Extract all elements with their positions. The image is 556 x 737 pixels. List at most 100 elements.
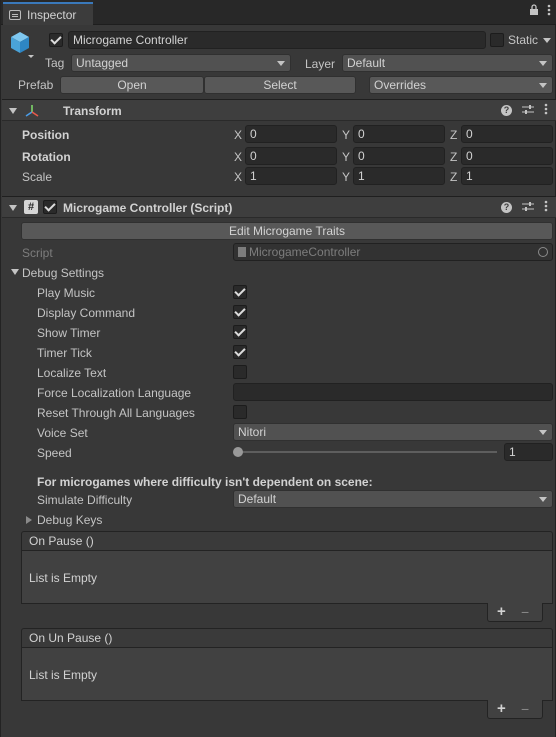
prefab-open-button[interactable]: Open xyxy=(60,76,204,94)
gameobject-icon xyxy=(9,30,35,63)
position-x-field[interactable]: 0 xyxy=(245,125,337,143)
edit-microgame-traits-button[interactable]: Edit Microgame Traits xyxy=(21,222,553,240)
inspector-window: Inspector Microgame Controller Static Ta… xyxy=(0,0,556,737)
prefab-select-button[interactable]: Select xyxy=(204,76,356,94)
display-command-checkbox[interactable] xyxy=(233,305,247,319)
foldout-open-icon[interactable] xyxy=(9,108,17,114)
on-unpause-add-button[interactable]: + xyxy=(497,701,506,717)
position-z-label[interactable]: Z xyxy=(450,127,457,143)
reset-languages-checkbox[interactable] xyxy=(233,405,247,419)
inspector-icon xyxy=(9,9,21,20)
scale-x-field[interactable]: 1 xyxy=(245,167,337,185)
tag-value: Untagged xyxy=(76,56,129,70)
position-y-field[interactable]: 0 xyxy=(353,125,445,143)
help-icon[interactable]: ? xyxy=(501,105,512,116)
script-component-title: Microgame Controller (Script) xyxy=(63,201,233,215)
presets-icon[interactable] xyxy=(522,201,534,215)
script-enabled-checkbox[interactable] xyxy=(43,200,57,214)
chevron-down-icon xyxy=(539,497,547,502)
rotation-label: Rotation xyxy=(22,150,71,164)
rotation-y-label[interactable]: Y xyxy=(342,149,350,165)
tab-bar: Inspector xyxy=(1,0,556,25)
show-timer-label: Show Timer xyxy=(37,326,101,340)
rotation-y-field[interactable]: 0 xyxy=(353,147,445,165)
presets-icon[interactable] xyxy=(522,104,534,118)
localize-text-checkbox[interactable] xyxy=(233,365,247,379)
speed-slider-handle[interactable] xyxy=(233,447,243,457)
speed-slider[interactable] xyxy=(233,443,501,461)
static-checkbox[interactable] xyxy=(490,33,504,47)
scale-z-field[interactable]: 1 xyxy=(461,167,553,185)
voice-set-dropdown[interactable]: Nitori xyxy=(233,423,553,441)
component-menu-icon[interactable] xyxy=(544,103,548,118)
on-unpause-remove-button[interactable]: − xyxy=(521,701,529,717)
chevron-down-icon xyxy=(539,430,547,435)
on-pause-remove-button[interactable]: − xyxy=(521,604,529,620)
position-y-label[interactable]: Y xyxy=(342,127,350,143)
transform-header[interactable]: Transform ? xyxy=(2,99,556,121)
rotation-x-field[interactable]: 0 xyxy=(245,147,337,165)
scale-z-label[interactable]: Z xyxy=(450,169,457,185)
help-icon[interactable]: ? xyxy=(501,202,512,213)
on-unpause-empty-text: List is Empty xyxy=(21,647,553,701)
layer-label: Layer xyxy=(305,57,336,71)
force-language-field[interactable] xyxy=(233,383,553,401)
layer-dropdown[interactable]: Default xyxy=(342,54,553,72)
voice-set-label: Voice Set xyxy=(37,426,88,440)
simulate-difficulty-dropdown[interactable]: Default xyxy=(233,490,553,508)
prefab-overrides-dropdown[interactable]: Overrides xyxy=(369,76,553,94)
simulate-difficulty-value: Default xyxy=(238,492,277,506)
tag-dropdown[interactable]: Untagged xyxy=(71,54,291,72)
gameobject-name-field[interactable]: Microgame Controller xyxy=(68,31,486,49)
reset-languages-label: Reset Through All Languages xyxy=(37,406,195,420)
debug-settings-foldout-icon[interactable] xyxy=(11,269,19,275)
prefab-label: Prefab xyxy=(18,78,54,92)
script-label: Script xyxy=(22,246,53,260)
position-x-label[interactable]: X xyxy=(234,127,242,143)
localize-text-label: Localize Text xyxy=(37,366,107,380)
chevron-down-icon xyxy=(539,83,547,88)
on-pause-add-button[interactable]: + xyxy=(497,604,506,620)
overrides-label: Overrides xyxy=(374,78,427,92)
difficulty-heading: For microgames where difficulty isn't de… xyxy=(37,475,373,489)
rotation-x-label[interactable]: X xyxy=(234,149,242,165)
on-unpause-header: On Un Pause () xyxy=(21,628,553,648)
on-pause-empty-text: List is Empty xyxy=(21,550,553,604)
static-dropdown[interactable]: Static xyxy=(508,32,552,48)
chevron-down-icon xyxy=(277,61,285,66)
script-header-icons: ? xyxy=(501,200,548,215)
kebab-menu-icon[interactable] xyxy=(547,4,551,19)
tab-inspector[interactable]: Inspector xyxy=(3,2,93,25)
debug-keys-label[interactable]: Debug Keys xyxy=(37,512,102,528)
scale-y-field[interactable]: 1 xyxy=(353,167,445,185)
on-pause-event-list: On Pause () List is Empty + − xyxy=(21,531,553,626)
component-menu-icon[interactable] xyxy=(544,200,548,215)
foldout-open-icon[interactable] xyxy=(9,205,17,211)
scale-y-label[interactable]: Y xyxy=(342,169,350,185)
rotation-z-label[interactable]: Z xyxy=(450,149,457,165)
scale-label: Scale xyxy=(22,170,53,184)
show-timer-checkbox[interactable] xyxy=(233,325,247,339)
speed-label: Speed xyxy=(37,446,72,460)
speed-value-field[interactable]: 1 xyxy=(504,443,553,461)
debug-settings-label[interactable]: Debug Settings xyxy=(22,265,104,281)
position-label: Position xyxy=(22,128,70,142)
scale-x-label[interactable]: X xyxy=(234,169,242,185)
on-unpause-footer: + − xyxy=(487,700,543,719)
tab-label: Inspector xyxy=(27,7,77,22)
force-language-label: Force Localization Language xyxy=(37,386,192,400)
debug-keys-foldout-icon[interactable] xyxy=(26,516,32,524)
play-music-checkbox[interactable] xyxy=(233,285,247,299)
position-z-field[interactable]: 0 xyxy=(461,125,553,143)
script-component-header[interactable]: # Microgame Controller (Script) ? xyxy=(2,196,556,218)
timer-tick-label: Timer Tick xyxy=(37,346,92,360)
timer-tick-checkbox[interactable] xyxy=(233,345,247,359)
lock-icon[interactable] xyxy=(529,4,539,19)
gameobject-active-checkbox[interactable] xyxy=(49,33,63,47)
layer-value: Default xyxy=(347,56,386,70)
chevron-down-icon xyxy=(539,61,547,66)
on-unpause-event-list: On Un Pause () List is Empty + − xyxy=(21,628,553,723)
object-picker-icon[interactable] xyxy=(538,247,548,257)
speed-slider-track[interactable] xyxy=(237,451,497,453)
rotation-z-field[interactable]: 0 xyxy=(461,147,553,165)
